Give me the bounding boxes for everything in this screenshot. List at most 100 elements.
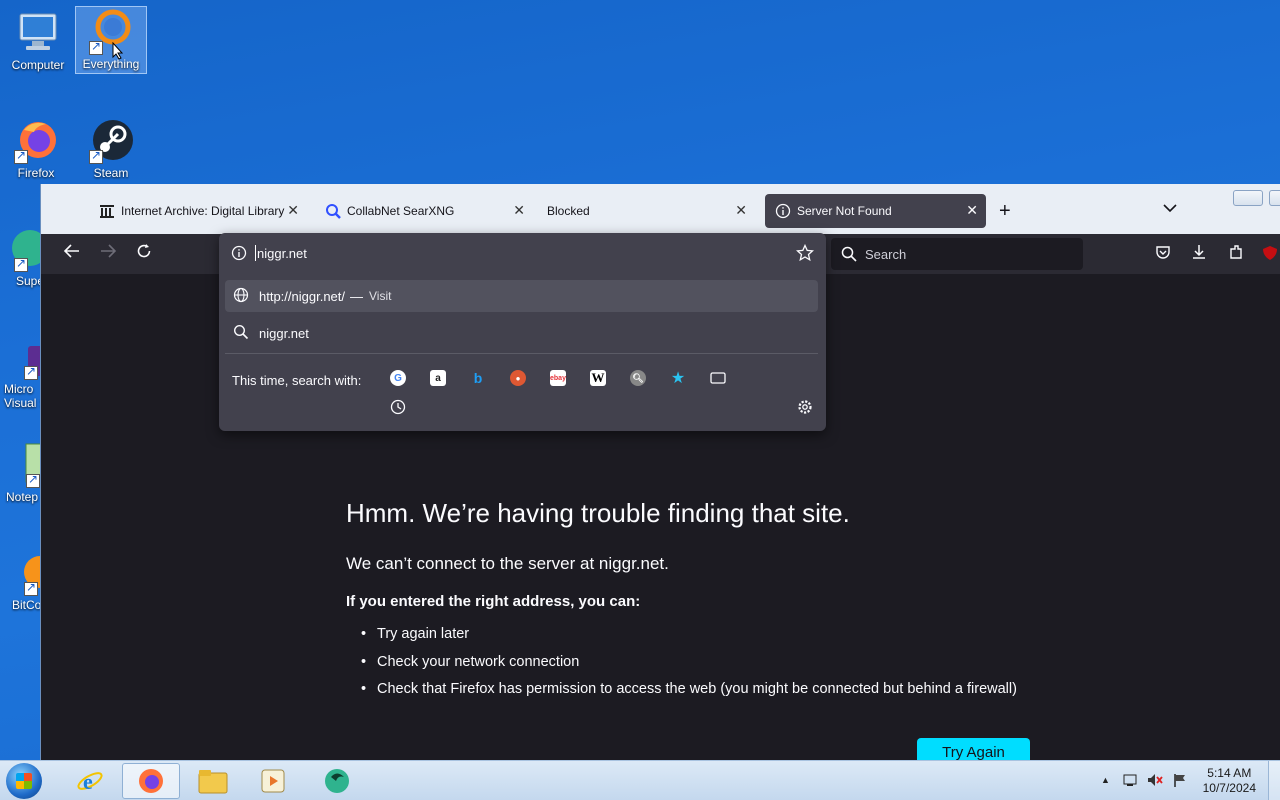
tab-server-not-found[interactable]: Server Not Found ✕	[765, 194, 986, 228]
tab-title: Blocked	[547, 204, 590, 218]
tab-title: CollabNet SearXNG	[347, 204, 455, 218]
tab-title: Server Not Found	[797, 204, 892, 218]
info-icon	[775, 203, 791, 219]
suggestion-visit-url[interactable]: http://niggr.net/ — Visit	[225, 280, 818, 312]
start-button[interactable]	[6, 763, 42, 799]
text-cursor	[255, 245, 256, 261]
action-center-icon[interactable]	[1123, 773, 1137, 790]
close-tab-icon[interactable]: ✕	[966, 202, 978, 219]
suggestion-action: Visit	[369, 289, 392, 303]
suggestion-url: http://niggr.net/	[259, 288, 346, 304]
tab-bar: Internet Archive: Digital Library ✕ Coll…	[41, 184, 1280, 234]
close-tab-icon[interactable]: ✕	[287, 202, 299, 219]
taskbar-firefox[interactable]	[122, 763, 180, 799]
folder-icon	[198, 770, 228, 794]
duckduckgo-icon[interactable]: ●	[510, 370, 526, 386]
desktop-icon-label: Steam	[93, 166, 129, 180]
search-icon	[233, 324, 249, 343]
search-input[interactable]: Search	[831, 238, 1083, 270]
list-all-tabs-chevron-icon[interactable]	[1163, 202, 1177, 216]
suggestion-search[interactable]: niggr.net	[225, 317, 818, 349]
taskbar: e ▲ 5:14 AM 10/7/2024	[0, 760, 1280, 800]
url-input[interactable]: niggr.net	[219, 233, 826, 273]
shortcut-arrow-icon	[89, 39, 103, 55]
search-placeholder: Search	[865, 246, 907, 262]
taskbar-internet-explorer[interactable]: e	[61, 763, 119, 799]
computer-icon	[14, 8, 62, 56]
amazon-icon[interactable]: a	[430, 370, 446, 386]
search-engines-label: This time, search with:	[232, 373, 362, 388]
forward-arrow-icon[interactable]	[99, 242, 117, 265]
search-icon	[325, 203, 341, 219]
steam-icon	[87, 116, 135, 164]
settings-gear-icon[interactable]	[797, 399, 813, 415]
minimize-button[interactable]	[1233, 190, 1263, 206]
clock[interactable]: 5:14 AM 10/7/2024	[1203, 766, 1256, 796]
volume-muted-icon[interactable]	[1147, 773, 1163, 790]
firefox-icon	[139, 769, 163, 793]
mouse-cursor-icon	[112, 41, 124, 65]
network-flag-icon[interactable]	[1173, 773, 1187, 790]
history-clock-icon[interactable]	[390, 399, 406, 415]
show-desktop-button[interactable]	[1268, 761, 1280, 800]
tabs-icon[interactable]	[710, 370, 726, 386]
shortcut-arrow-icon	[24, 364, 38, 380]
url-bar-dropdown: niggr.net http://niggr.net/ — Visit nigg…	[219, 233, 826, 431]
media-player-icon	[261, 769, 285, 793]
error-title: Hmm. We’re having trouble finding that s…	[346, 498, 850, 528]
suggestion-search-text: niggr.net	[259, 325, 309, 341]
desktop-icon-computer[interactable]: Computer	[2, 8, 74, 72]
taskbar-media-player[interactable]	[245, 763, 303, 799]
tab-internet-archive[interactable]: Internet Archive: Digital Library ✕	[89, 194, 307, 228]
taskbar-app[interactable]	[308, 763, 366, 799]
wikipedia-icon[interactable]: W	[590, 370, 606, 386]
close-tab-icon[interactable]: ✕	[735, 202, 747, 219]
error-subtitle: We can’t connect to the server at niggr.…	[346, 554, 669, 573]
internet-explorer-icon: e	[77, 769, 103, 794]
pocket-icon[interactable]	[1155, 244, 1171, 265]
bookmark-star-icon[interactable]	[796, 244, 814, 262]
site-info-icon[interactable]	[231, 245, 247, 261]
extensions-icon[interactable]	[1228, 244, 1244, 265]
firefox-icon	[12, 116, 60, 164]
list-item: Check your network connection	[361, 654, 1017, 682]
shortcut-arrow-icon	[14, 256, 28, 272]
divider	[225, 353, 818, 354]
clock-time: 5:14 AM	[1207, 766, 1252, 780]
tab-blocked[interactable]: Blocked ✕	[537, 194, 755, 228]
url-value: niggr.net	[257, 245, 307, 261]
reload-icon[interactable]	[135, 242, 153, 265]
shortcut-arrow-icon	[24, 580, 38, 596]
desktop-icon-label: Firefox	[17, 166, 55, 180]
downloads-icon[interactable]	[1191, 244, 1207, 265]
list-item: Try again later	[361, 626, 1017, 654]
error-lead: If you entered the right address, you ca…	[346, 593, 641, 610]
desktop-icon-label: Computer	[11, 58, 65, 72]
tab-title: Internet Archive: Digital Library	[121, 204, 285, 218]
new-tab-plus-icon[interactable]: +	[999, 200, 1011, 223]
bing-icon[interactable]: b	[470, 370, 486, 386]
globe-icon	[233, 287, 249, 306]
taskbar-explorer[interactable]	[184, 763, 242, 799]
back-arrow-icon[interactable]	[63, 242, 81, 265]
close-tab-icon[interactable]: ✕	[513, 202, 525, 219]
shortcut-arrow-icon	[26, 472, 40, 488]
svg-text:e: e	[83, 769, 93, 794]
google-icon[interactable]: G	[390, 370, 406, 386]
archive-icon	[99, 203, 115, 219]
ublock-origin-icon[interactable]	[1263, 246, 1277, 265]
desktop-icon-label: Everything	[82, 57, 140, 71]
shortcut-arrow-icon	[14, 148, 28, 164]
desktop-icon-everything[interactable]: Everything	[75, 6, 147, 74]
windows-logo-icon	[16, 773, 32, 789]
bookmarks-star-icon[interactable]: ★	[670, 370, 686, 387]
desktop-icon-firefox[interactable]: Firefox	[0, 116, 72, 180]
maximize-button[interactable]	[1269, 190, 1280, 206]
show-hidden-icons-arrow[interactable]: ▲	[1101, 775, 1110, 785]
desktop-icon-steam[interactable]: Steam	[75, 116, 147, 180]
searxng-icon[interactable]: 🔍︎	[630, 370, 646, 386]
tab-searxng[interactable]: CollabNet SearXNG ✕	[315, 194, 533, 228]
list-item: Check that Firefox has permission to acc…	[361, 681, 1017, 709]
search-icon	[841, 246, 857, 262]
ebay-icon[interactable]: ebay	[550, 370, 566, 386]
